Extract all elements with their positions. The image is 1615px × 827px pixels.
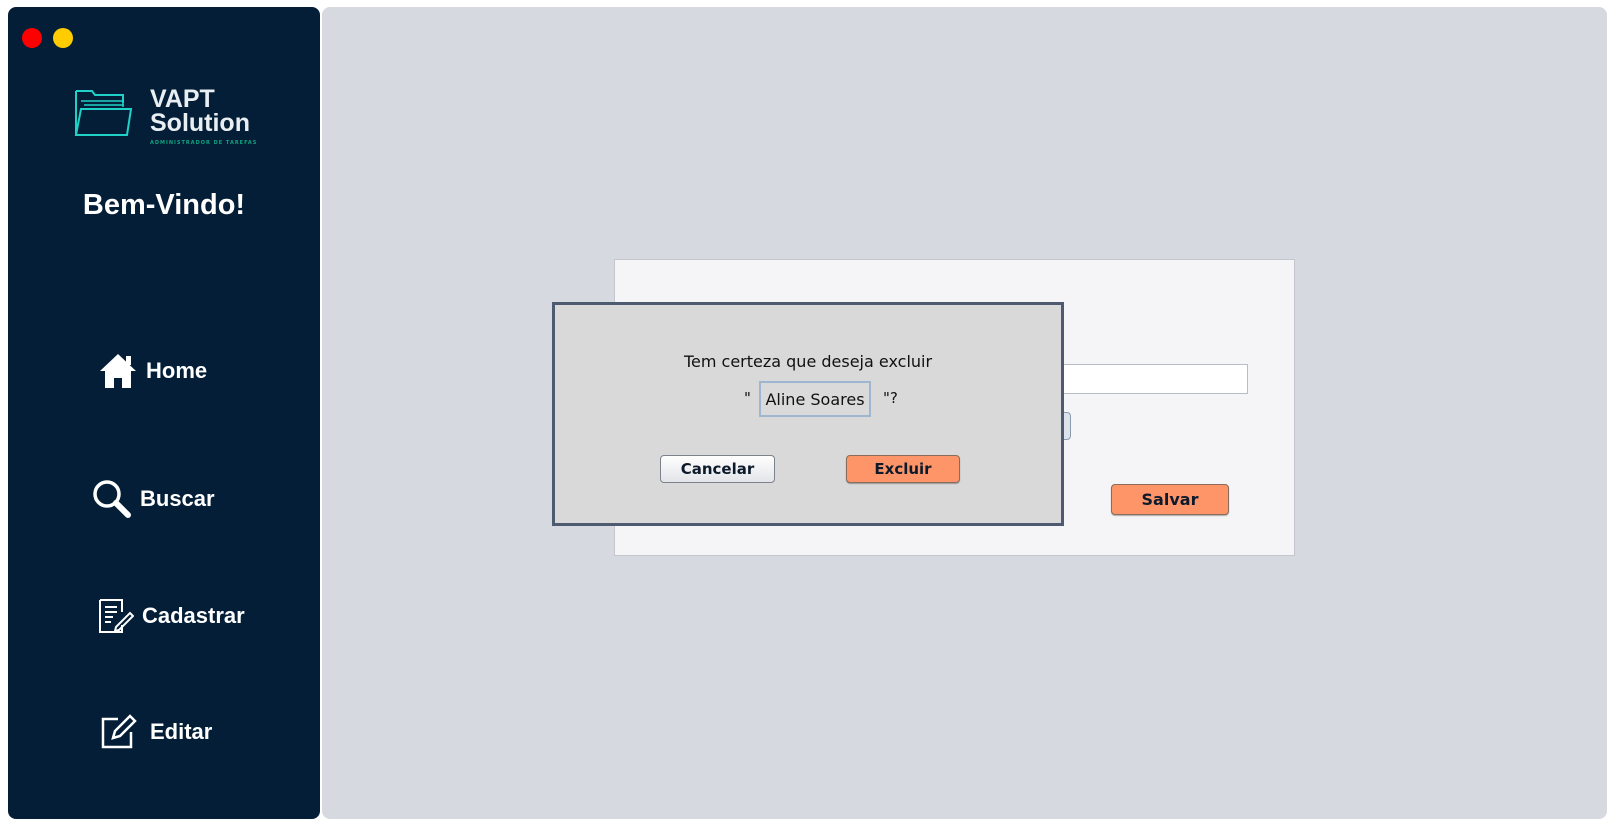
confirm-delete-dialog: Tem certeza que deseja excluir " Aline S… — [552, 302, 1064, 526]
logo-tagline: ADMINISTRADOR DE TAREFAS — [150, 140, 258, 146]
quote-open: " — [744, 389, 751, 407]
item-name-field: Aline Soares — [759, 381, 871, 417]
register-form-icon — [99, 599, 134, 633]
logo-text-line2: Solution — [150, 109, 250, 137]
logo: VAPT Solution ADMINISTRADOR DE TAREFAS — [74, 83, 274, 153]
form-text-input[interactable] — [1058, 364, 1248, 394]
folder-logo-icon — [74, 90, 133, 136]
logo-text-line1: VAPT — [150, 85, 215, 113]
search-icon — [93, 480, 131, 518]
sidebar-item-label: Cadastrar — [142, 603, 245, 628]
sidebar-item-buscar[interactable]: Buscar — [92, 479, 215, 519]
quote-close: "? — [883, 389, 898, 407]
dialog-message: Tem certeza que deseja excluir — [683, 352, 933, 371]
home-icon — [100, 354, 136, 388]
sidebar-item-editar[interactable]: Editar — [100, 714, 212, 750]
minimize-window-button[interactable] — [53, 28, 73, 48]
sidebar: VAPT Solution ADMINISTRADOR DE TAREFAS B… — [8, 7, 320, 819]
sidebar-item-cadastrar[interactable]: Cadastrar — [96, 597, 245, 635]
edit-icon — [101, 714, 137, 749]
close-window-button[interactable] — [22, 28, 42, 48]
cancel-button[interactable]: Cancelar — [660, 455, 775, 483]
welcome-heading: Bem-Vindo! — [82, 189, 246, 221]
delete-button[interactable]: Excluir — [846, 455, 960, 483]
save-button[interactable]: Salvar — [1111, 484, 1229, 515]
sidebar-item-label: Home — [146, 358, 208, 383]
sidebar-item-label: Editar — [150, 719, 213, 744]
sidebar-item-label: Buscar — [140, 486, 215, 511]
sidebar-item-home[interactable]: Home — [98, 352, 207, 390]
